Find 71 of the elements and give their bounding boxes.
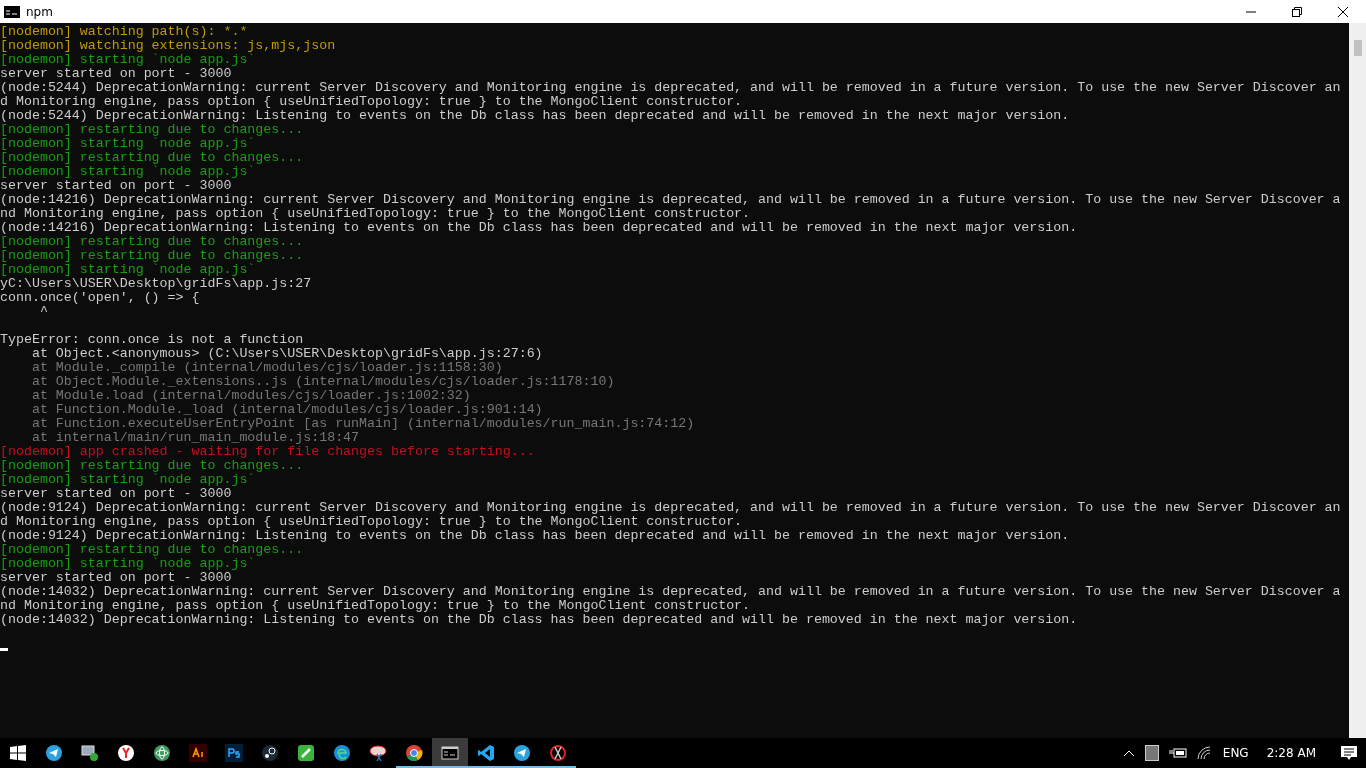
restore-icon (1292, 6, 1302, 17)
console-line: [nodemon] starting `node app.js` (0, 473, 257, 487)
paper-plane-icon (45, 744, 63, 762)
console-line: [nodemon] starting `node app.js` (0, 557, 257, 571)
taskbar-app[interactable] (432, 738, 468, 768)
console-line: (node:14032) DeprecationWarning: current Server Discovery and Monitoring engine is deprecated, and will be removed in a future version. To use the new Server Discover a (0, 585, 1342, 599)
wifi-icon[interactable] (1196, 746, 1213, 760)
scrollbar[interactable] (1349, 23, 1366, 738)
console-line: (node:5244) DeprecationWarning: Listening to events on the Db class has been deprecated and will be removed in the next major version. (0, 109, 1071, 123)
console-line: [nodemon] restarting due to changes... (0, 543, 305, 557)
console-line: d Monitoring engine, pass option { useUnifiedTopology: true } to the MongoClient constructor. (0, 95, 744, 109)
console-line: (node:14216) DeprecationWarning: Listening to events on the Db class has been deprecated and will be removed in the next major version. (0, 221, 1079, 235)
console-line: [nodemon] restarting due to changes... (0, 459, 305, 473)
console-line: (node:14032) DeprecationWarning: Listening to events on the Db class has been deprecated and will be removed in the next major version. (0, 613, 1079, 627)
illustrator-icon (189, 744, 207, 762)
close-icon (1338, 6, 1348, 17)
console-line: (node:5244) DeprecationWarning: current Server Discovery and Monitoring engine is deprecated, and will be removed in a future version. To use the new Server Discover an (0, 81, 1342, 95)
console-line: server started on port - 3000 (0, 487, 233, 501)
console-line: (node:14216) DeprecationWarning: current Server Discovery and Monitoring engine is deprecated, and will be removed in a future version. To use the new Server Discover a (0, 193, 1342, 207)
console-line: [nodemon] starting `node app.js` (0, 137, 257, 151)
console-line: at Function.executeUserEntryPoint [as runMain] (internal/modules/run_main.js:74:12) (30, 417, 696, 431)
console-line: ^ (38, 305, 49, 319)
console-line: [nodemon] watching path(s): *.* (0, 25, 249, 39)
console-line: [nodemon] restarting due to changes... (0, 123, 305, 137)
console-line: nd Monitoring engine, pass option { useUnifiedTopology: true } to the MongoClient constructor. (0, 207, 752, 221)
chevron-up-icon[interactable] (1122, 749, 1135, 757)
console-line: at Module.load (internal/modules/cjs/loader.js:1002:32) (30, 389, 472, 403)
clock[interactable]: 2:28 AM (1266, 746, 1316, 760)
console-line: server started on port - 3000 (0, 67, 233, 81)
console-line: at Object.<anonymous> (C:\Users\USER\Desktop\gridFs\app.js:27:6) (30, 347, 544, 361)
notification-icon[interactable] (1340, 745, 1358, 761)
photoshop-icon (225, 744, 243, 762)
console-line: at Function.Module._load (internal/modules/cjs/loader.js:901:14) (30, 403, 544, 417)
scissors-icon (549, 744, 567, 762)
terminal-icon (441, 744, 459, 762)
snipping-icon (369, 744, 387, 762)
battery-icon[interactable] (1168, 748, 1187, 758)
console-line: (node:9124) DeprecationWarning: current Server Discovery and Monitoring engine is deprecated, and will be removed in a future version. To use the new Server Discover an (0, 501, 1342, 515)
pen-icon (297, 744, 315, 762)
console-line: [nodemon] restarting due to changes... (0, 249, 305, 263)
console-line: [nodemon] app crashed - waiting for file changes before starting... (0, 445, 536, 459)
console-line: server started on port - 3000 (0, 179, 233, 193)
steam-icon (261, 744, 279, 762)
terminal-icon (4, 5, 20, 18)
console-line: server started on port - 3000 (0, 571, 233, 585)
windows-icon (10, 745, 26, 761)
console-line: [nodemon] restarting due to changes... (0, 151, 305, 165)
text-cursor (0, 648, 8, 651)
console-line: yC:\Users\USER\Desktop\gridFs\app.js:27 (0, 277, 313, 291)
console-line: conn.once('open', () => { (0, 291, 201, 305)
console-line: at internal/main/run_main_module.js:18:47 (30, 431, 361, 445)
browser-icon (117, 744, 135, 762)
language-indicator[interactable]: ENG (1222, 746, 1249, 760)
console-line: at Object.Module._extensions..js (internal/modules/cjs/loader.js:1178:10) (30, 375, 616, 389)
console-line: at Module._compile (internal/modules/cjs/loader.js:1158:30) (30, 361, 504, 375)
monitor-icon (81, 744, 99, 762)
chrome-icon (405, 744, 423, 762)
console-line: [nodemon] starting `node app.js` (0, 263, 257, 277)
console-line: nd Monitoring engine, pass option { useUnifiedTopology: true } to the MongoClient constructor. (0, 599, 752, 613)
console-line: d Monitoring engine, pass option { useUnifiedTopology: true } to the MongoClient constructor. (0, 515, 744, 529)
console-line: [nodemon] restarting due to changes... (0, 235, 305, 249)
paper-plane-icon (513, 744, 531, 762)
console-line: TypeError: conn.once is not a function (0, 333, 305, 347)
console-line: [nodemon] watching extensions: js,mjs,json (0, 39, 337, 53)
console-line: [nodemon] starting `node app.js` (0, 53, 257, 67)
edge-icon (333, 744, 351, 762)
code-editor-icon (477, 744, 495, 762)
window-title: npm (26, 4, 54, 19)
console-line: (node:9124) DeprecationWarning: Listening to events on the Db class has been deprecated and will be removed in the next major version. (0, 529, 1071, 543)
console-line: [nodemon] starting `node app.js` (0, 165, 257, 179)
atom-icon (153, 744, 171, 762)
